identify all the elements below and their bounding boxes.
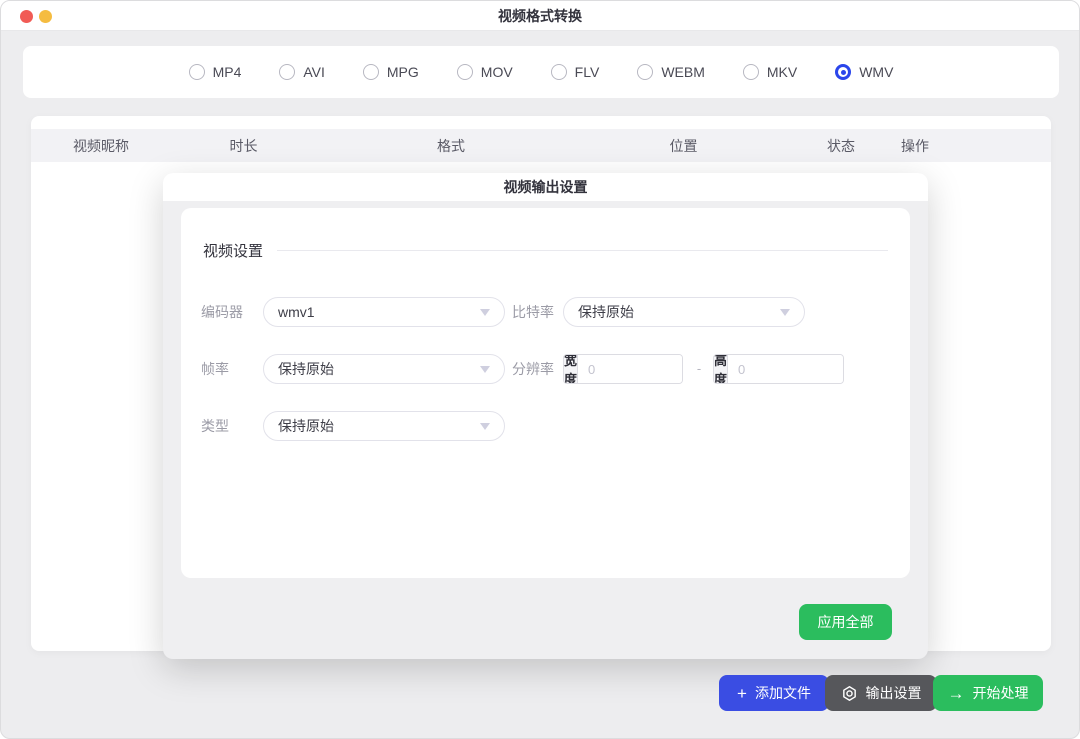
chevron-down-icon bbox=[480, 366, 490, 373]
format-label: WMV bbox=[859, 64, 893, 80]
radio-icon[interactable] bbox=[457, 64, 473, 80]
add-files-label: 添加文件 bbox=[755, 683, 811, 703]
format-selector-bar: MP4 AVI MPG MOV FLV bbox=[23, 46, 1059, 98]
table-header-cell: 位置 bbox=[586, 136, 781, 156]
title-bar: 视频格式转换 bbox=[1, 1, 1079, 31]
radio-icon[interactable] bbox=[743, 64, 759, 80]
radio-icon[interactable] bbox=[363, 64, 379, 80]
width-input-group: 宽度 bbox=[563, 354, 683, 384]
format-label: MP4 bbox=[213, 64, 242, 80]
table-header-cell: 状态 bbox=[781, 136, 901, 156]
section-title: 视频设置 bbox=[203, 240, 263, 261]
format-label: MKV bbox=[767, 64, 797, 80]
framerate-label: 帧率 bbox=[201, 354, 229, 384]
radio-icon[interactable] bbox=[637, 64, 653, 80]
plus-icon: + bbox=[737, 685, 747, 702]
table-header-cell: 时长 bbox=[171, 136, 316, 156]
settings-nut-icon bbox=[841, 685, 858, 702]
format-label: FLV bbox=[575, 64, 600, 80]
output-settings-button[interactable]: 输出设置 bbox=[825, 675, 937, 711]
encoder-label: 编码器 bbox=[201, 297, 243, 327]
encoder-select[interactable]: wmv1 bbox=[263, 297, 505, 327]
radio-icon[interactable] bbox=[189, 64, 205, 80]
type-value: 保持原始 bbox=[278, 416, 480, 436]
bitrate-select[interactable]: 保持原始 bbox=[563, 297, 805, 327]
format-radio-option[interactable]: MKV bbox=[743, 64, 797, 80]
height-input-group: 高度 bbox=[713, 354, 844, 384]
section-divider bbox=[277, 250, 888, 251]
format-label: MPG bbox=[387, 64, 419, 80]
radio-icon[interactable] bbox=[551, 64, 567, 80]
type-select[interactable]: 保持原始 bbox=[263, 411, 505, 441]
height-input[interactable] bbox=[728, 355, 844, 383]
radio-icon[interactable] bbox=[835, 64, 851, 80]
table-header-cell: 视频昵称 bbox=[31, 136, 171, 156]
bitrate-value: 保持原始 bbox=[578, 302, 780, 322]
start-processing-label: 开始处理 bbox=[973, 683, 1029, 703]
chevron-down-icon bbox=[480, 423, 490, 430]
app-window: 视频格式转换 MP4 AVI MPG MOV bbox=[0, 0, 1080, 739]
modal-header: 视频输出设置 bbox=[163, 173, 928, 201]
type-label: 类型 bbox=[201, 411, 229, 441]
format-label: AVI bbox=[303, 64, 325, 80]
modal-title: 视频输出设置 bbox=[163, 173, 928, 201]
add-files-button[interactable]: + 添加文件 bbox=[719, 675, 829, 711]
radio-icon[interactable] bbox=[279, 64, 295, 80]
width-input[interactable] bbox=[578, 355, 683, 383]
output-settings-label: 输出设置 bbox=[866, 683, 922, 703]
format-radio-option[interactable]: MPG bbox=[363, 64, 419, 80]
width-addon-label: 宽度 bbox=[564, 355, 578, 383]
table-header-cell: 操作 bbox=[901, 136, 929, 156]
format-label: WEBM bbox=[661, 64, 705, 80]
bitrate-label: 比特率 bbox=[512, 297, 554, 327]
resolution-label: 分辨率 bbox=[512, 354, 554, 384]
video-settings-card: 视频设置 编码器 wmv1 比特率 保持原始 帧率 保持原始 分辨率 宽 bbox=[181, 208, 910, 578]
apply-all-button[interactable]: 应用全部 bbox=[799, 604, 892, 640]
resolution-separator: - bbox=[689, 354, 709, 384]
encoder-value: wmv1 bbox=[278, 304, 480, 320]
framerate-select[interactable]: 保持原始 bbox=[263, 354, 505, 384]
arrow-right-icon: → bbox=[948, 685, 965, 702]
format-radio-option[interactable]: WMV bbox=[835, 64, 893, 80]
format-radio-option[interactable]: MOV bbox=[457, 64, 513, 80]
start-processing-button[interactable]: → 开始处理 bbox=[933, 675, 1043, 711]
format-label: MOV bbox=[481, 64, 513, 80]
table-header-cell: 格式 bbox=[316, 136, 586, 156]
format-radio-option[interactable]: WEBM bbox=[637, 64, 705, 80]
table-header-row: 视频昵称 时长 格式 位置 状态 操作 bbox=[31, 129, 1051, 162]
section-header: 视频设置 bbox=[203, 240, 888, 261]
output-settings-modal: 视频输出设置 视频设置 编码器 wmv1 比特率 保持原始 帧率 保持原始 bbox=[163, 173, 928, 659]
chevron-down-icon bbox=[780, 309, 790, 316]
format-radio-option[interactable]: AVI bbox=[279, 64, 325, 80]
chevron-down-icon bbox=[480, 309, 490, 316]
height-addon-label: 高度 bbox=[714, 355, 728, 383]
framerate-value: 保持原始 bbox=[278, 359, 480, 379]
format-radio-option[interactable]: MP4 bbox=[189, 64, 242, 80]
window-title: 视频格式转换 bbox=[1, 1, 1079, 31]
format-radio-option[interactable]: FLV bbox=[551, 64, 600, 80]
